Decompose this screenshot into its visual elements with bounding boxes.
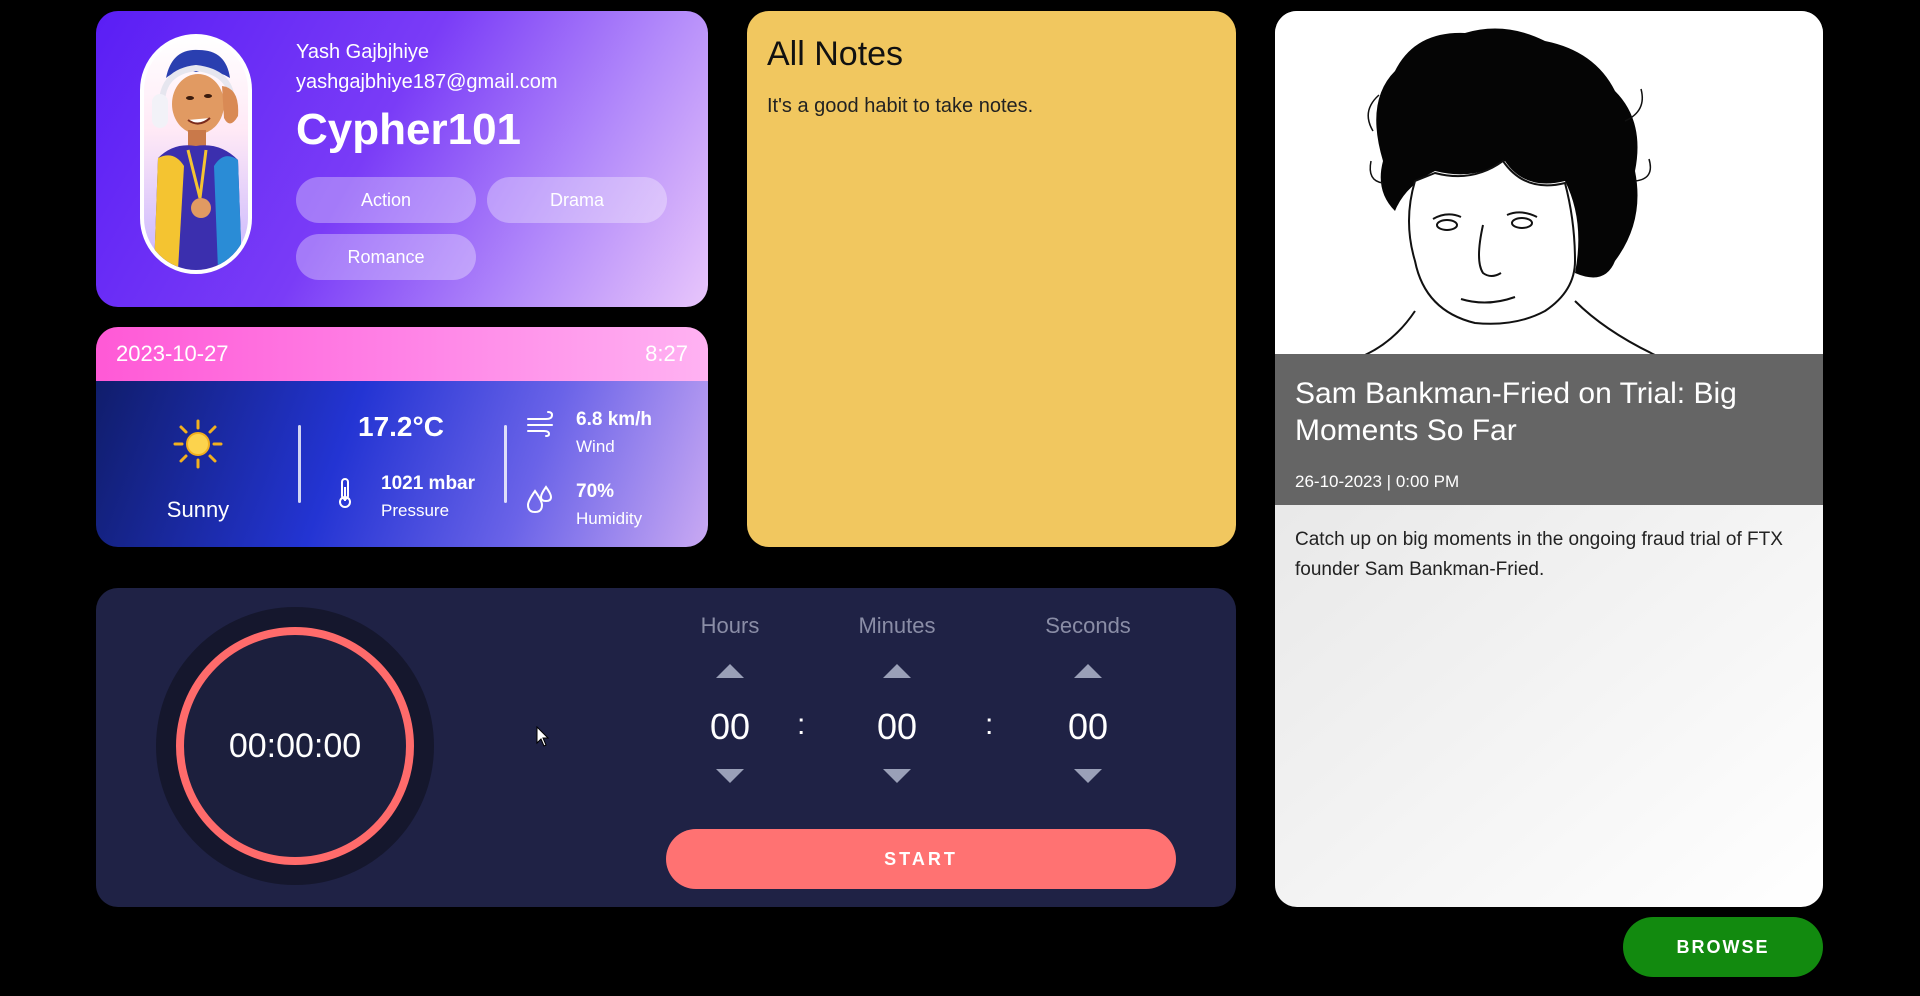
weather-card: 2023-10-27 8:27 Sunny 17.2°C 1021 mbar P… xyxy=(96,327,708,547)
weather-time: 8:27 xyxy=(645,341,688,366)
weather-temperature: 17.2°C xyxy=(358,411,444,442)
weather-condition: Sunny xyxy=(166,497,230,522)
profile-username: Cypher101 xyxy=(296,105,522,154)
hours-label: Hours xyxy=(700,613,760,638)
genre-tag-action[interactable]: Action xyxy=(296,177,476,223)
news-description: Catch up on big moments in the ongoing f… xyxy=(1295,529,1783,580)
news-card[interactable]: Sam Bankman-Fried on Trial: Big Moments … xyxy=(1275,11,1823,907)
seconds-label: Seconds xyxy=(1045,613,1131,638)
seconds-value[interactable]: 00 xyxy=(1028,706,1148,748)
thermometer-icon xyxy=(339,478,351,508)
minutes-decrement-icon[interactable] xyxy=(883,769,911,783)
timer-display: 00:00:00 xyxy=(228,726,362,765)
weather-date: 2023-10-27 xyxy=(116,341,229,366)
profile-email: yashgajbhiye187@gmail.com xyxy=(296,71,558,93)
genre-tag-romance[interactable]: Romance xyxy=(296,234,476,280)
minutes-label: Minutes xyxy=(858,613,936,638)
notes-card[interactable]: All Notes It's a good habit to take note… xyxy=(747,11,1236,547)
seconds-increment-icon[interactable] xyxy=(1074,664,1102,678)
pressure-label: Pressure xyxy=(381,501,450,520)
minutes-increment-icon[interactable] xyxy=(883,664,911,678)
news-image xyxy=(1275,11,1823,355)
weather-divider xyxy=(504,425,507,503)
hours-increment-icon[interactable] xyxy=(716,664,744,678)
news-date: 26-10-2023 | 0:00 PM xyxy=(1295,472,1460,491)
weather-body: Sunny 17.2°C 1021 mbar Pressure 6.8 km/h… xyxy=(96,381,708,547)
timer-dial: 00:00:00 xyxy=(156,607,434,885)
browse-button[interactable]: BROWSE xyxy=(1623,917,1823,977)
genre-tag-drama[interactable]: Drama xyxy=(487,177,667,223)
time-separator: : xyxy=(797,708,806,741)
minutes-value[interactable]: 00 xyxy=(837,706,957,748)
hours-decrement-icon[interactable] xyxy=(716,769,744,783)
weather-divider xyxy=(298,425,301,503)
pressure-value: 1021 mbar xyxy=(381,473,476,494)
notes-text[interactable]: It's a good habit to take notes. xyxy=(767,95,1033,118)
avatar xyxy=(140,34,252,274)
start-button[interactable]: START xyxy=(666,829,1176,889)
wind-value: 6.8 km/h xyxy=(576,409,653,430)
wind-label: Wind xyxy=(576,437,615,456)
news-title[interactable]: Sam Bankman-Fried on Trial: Big Moments … xyxy=(1295,375,1795,449)
timer-card: 00:00:00 Hours Minutes Seconds 00 : 00 :… xyxy=(96,588,1236,907)
profile-card: Yash Gajbjhiye yashgajbhiye187@gmail.com… xyxy=(96,11,708,307)
time-separator: : xyxy=(985,708,994,741)
humidity-label: Humidity xyxy=(576,509,643,528)
notes-title: All Notes xyxy=(767,35,904,73)
timer-progress-ring: 00:00:00 xyxy=(176,627,414,865)
wind-icon xyxy=(527,411,554,437)
profile-name: Yash Gajbjhiye xyxy=(296,41,430,63)
seconds-decrement-icon[interactable] xyxy=(1074,769,1102,783)
sun-icon xyxy=(173,419,223,469)
news-title-band: Sam Bankman-Fried on Trial: Big Moments … xyxy=(1275,354,1823,505)
humidity-icon xyxy=(526,485,553,514)
humidity-value: 70% xyxy=(576,481,615,502)
hours-value[interactable]: 00 xyxy=(670,706,790,748)
mouse-cursor-icon xyxy=(536,726,550,747)
weather-header: 2023-10-27 8:27 xyxy=(96,327,708,381)
